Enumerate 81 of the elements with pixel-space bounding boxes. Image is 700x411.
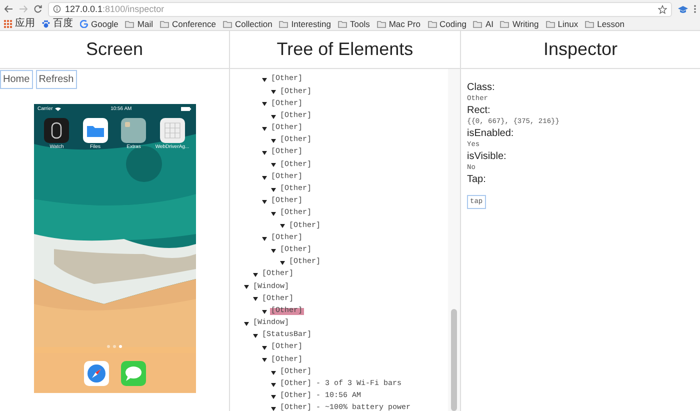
caret-icon[interactable] [271, 370, 276, 375]
caret-icon[interactable] [262, 151, 267, 156]
bookmark-link[interactable]: Interesting [279, 20, 331, 28]
paw-icon [42, 20, 50, 28]
field-label: isVisible: [467, 151, 508, 163]
graduation-cap-icon[interactable] [678, 4, 688, 14]
compass-icon[interactable] [84, 360, 108, 386]
field-label: Rect: [467, 105, 492, 117]
folder-icon [125, 20, 134, 28]
bookmark-link[interactable]: AI [473, 20, 494, 28]
bookmark-link[interactable]: Conference [160, 20, 216, 28]
folder-icon [279, 20, 288, 28]
caret-icon[interactable] [253, 334, 258, 338]
folder-icon [222, 20, 232, 28]
caret-icon[interactable] [271, 90, 276, 94]
address-bar[interactable]: 127.0.0.1:8100/inspector [48, 2, 672, 16]
star-icon[interactable] [658, 4, 667, 14]
device-button[interactable]: Refresh [36, 70, 77, 89]
folder-icon[interactable] [121, 118, 146, 143]
caret-icon[interactable] [253, 297, 258, 302]
reload-icon[interactable] [34, 5, 42, 13]
caret-icon[interactable] [271, 212, 276, 216]
watch-icon[interactable] [44, 118, 70, 143]
caret-icon[interactable] [253, 273, 258, 278]
caret-icon[interactable] [271, 407, 276, 411]
caret-icon[interactable] [244, 322, 249, 326]
folder-icon [160, 20, 170, 28]
folder-icon [473, 20, 482, 28]
battery-icon [181, 107, 192, 111]
caret-icon[interactable] [271, 163, 276, 168]
bookmark-link[interactable]: Tools [338, 20, 370, 28]
caret-icon[interactable] [271, 382, 276, 387]
field-label: Class: [467, 82, 496, 94]
caret-icon[interactable] [271, 139, 276, 144]
device-button[interactable]: Home [0, 70, 33, 89]
folder-icon [585, 20, 594, 28]
caret-icon[interactable] [244, 285, 249, 290]
field-label: Tap: [467, 174, 487, 186]
field-label: isEnabled: [467, 128, 515, 140]
folder-icon [376, 20, 386, 28]
bookmark-link[interactable]: Lesson [585, 20, 625, 28]
files-icon[interactable] [82, 118, 108, 143]
bookmark-link[interactable]: Writing [500, 20, 539, 28]
panel-title: Inspector [543, 38, 618, 61]
bookmark-link[interactable]: Linux [546, 20, 578, 28]
info-icon[interactable] [53, 5, 61, 13]
apps-grid-icon [4, 20, 12, 28]
caret-icon[interactable] [262, 126, 267, 131]
bookmark-link[interactable]: Google [80, 20, 118, 28]
caret-icon[interactable] [262, 236, 267, 241]
panel-title: Screen [86, 38, 144, 61]
grid-icon[interactable] [160, 118, 185, 143]
caret-icon[interactable] [262, 78, 267, 82]
caret-icon[interactable] [262, 346, 267, 350]
g-logo-icon [80, 20, 88, 28]
folder-icon [546, 20, 555, 28]
caret-icon[interactable] [271, 394, 276, 399]
caret-icon[interactable] [271, 114, 276, 119]
bookmark-link[interactable]: 百度 [42, 19, 73, 29]
caret-icon[interactable] [271, 188, 276, 192]
bookmark-link[interactable]: Collection [222, 20, 272, 28]
back-icon[interactable] [4, 5, 13, 13]
caret-icon[interactable] [262, 358, 267, 362]
caret-icon[interactable] [271, 248, 276, 253]
folder-icon [338, 20, 347, 28]
bookmark-link[interactable]: Mac Pro [376, 20, 420, 28]
folder-icon [428, 20, 436, 28]
caret-icon[interactable] [262, 200, 267, 204]
caret-icon[interactable] [280, 260, 285, 265]
caret-icon[interactable] [280, 224, 285, 228]
caret-icon[interactable] [262, 176, 267, 180]
bookmark-link[interactable]: Mail [125, 20, 154, 28]
caret-icon[interactable] [262, 310, 267, 314]
panel-title: Tree of Elements [276, 38, 414, 61]
bookmark-link[interactable]: 应用 [4, 19, 35, 29]
folder-icon [500, 20, 510, 28]
scrollbar-thumb[interactable] [451, 309, 457, 411]
wifi-icon [54, 107, 61, 111]
caret-icon[interactable] [262, 102, 267, 106]
bookmark-link[interactable]: Coding [428, 20, 466, 28]
url-text: 127.0.0.1:8100/inspector [65, 4, 164, 14]
